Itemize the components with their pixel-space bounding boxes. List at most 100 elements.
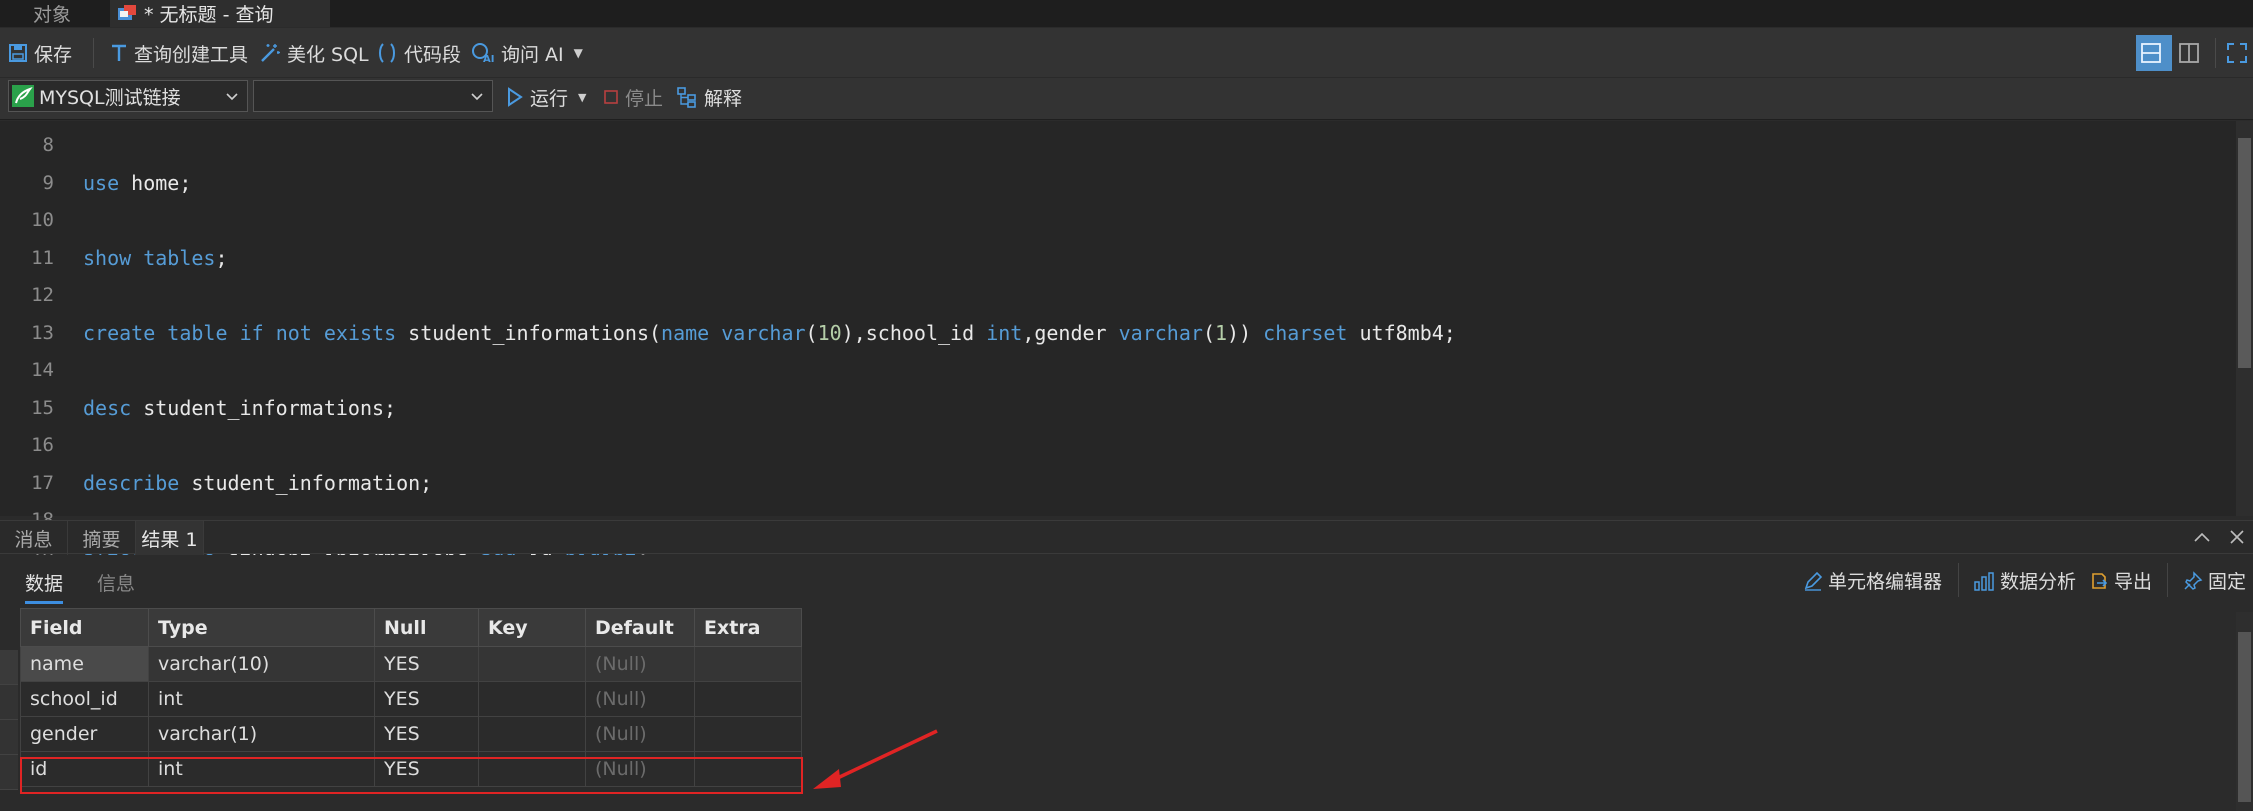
close-icon[interactable]	[2228, 528, 2246, 550]
table-cell[interactable]: YES	[374, 751, 479, 787]
table-cell[interactable]: (Null)	[585, 716, 695, 752]
toolbar-divider	[1958, 563, 1959, 597]
table-cell[interactable]: school_id	[20, 681, 149, 717]
tab-info[interactable]: 信息	[97, 569, 135, 596]
row-selector[interactable]	[0, 755, 18, 790]
cell-editor-button[interactable]: 单元格编辑器	[1803, 567, 1942, 594]
table-cell[interactable]	[478, 646, 586, 682]
table-cell[interactable]: int	[148, 751, 375, 787]
sql-editor[interactable]: 89101112131415161718192021 use home;show…	[0, 121, 2236, 645]
chevron-down-icon	[225, 87, 239, 109]
tab-query[interactable]: * 无标题 - 查询	[110, 0, 330, 27]
table-row[interactable]: gender varchar(1) YES (Null)	[20, 716, 802, 752]
table-cell[interactable]	[478, 751, 586, 787]
row-selector[interactable]	[0, 720, 18, 755]
tab-result-1-label: 结果 1	[141, 528, 198, 551]
line-number-gutter: 89101112131415161718192021	[0, 121, 68, 644]
table-cell[interactable]: YES	[374, 681, 479, 717]
explain-button[interactable]: 解释	[676, 82, 742, 112]
explain-icon	[677, 87, 696, 108]
editor-scrollbar-thumb[interactable]	[2238, 138, 2251, 368]
sql-text: ),school_id	[841, 320, 987, 345]
tab-result-1[interactable]: 结果 1	[136, 521, 204, 555]
column-header[interactable]: Field	[20, 608, 149, 647]
sql-keyword: name	[661, 320, 710, 345]
save-button[interactable]: 保存	[8, 38, 72, 68]
sql-text: ))	[1227, 320, 1264, 345]
tab-messages[interactable]: 消息	[0, 521, 68, 555]
run-button[interactable]: 运行 ▼	[506, 82, 586, 112]
sql-keyword: use	[83, 170, 120, 195]
table-cell[interactable]: id	[20, 751, 149, 787]
tab-data[interactable]: 数据	[25, 569, 64, 604]
toolbar-divider	[93, 38, 94, 68]
table-cell[interactable]: name	[20, 646, 149, 682]
export-label: 导出	[2114, 571, 2153, 593]
table-cell[interactable]: YES	[374, 716, 479, 752]
code-line[interactable]: describe student_information;	[83, 471, 432, 495]
table-cell[interactable]: int	[148, 681, 375, 717]
layout-horizontal-button[interactable]	[2136, 35, 2172, 71]
row-selector[interactable]	[0, 650, 18, 685]
table-cell[interactable]	[694, 681, 802, 717]
column-header[interactable]: Extra	[694, 608, 802, 647]
tab-objects[interactable]: 对象	[0, 0, 104, 27]
beautify-sql-label: 美化 SQL	[287, 43, 369, 66]
line-number: 8	[42, 134, 54, 156]
table-cell[interactable]: YES	[374, 646, 479, 682]
export-button[interactable]: 导出	[2089, 567, 2152, 594]
column-header[interactable]: Key	[478, 608, 586, 647]
sql-keyword: describe	[83, 470, 180, 495]
connection-select[interactable]: MYSQL测试链接	[8, 80, 248, 112]
code-line[interactable]: use home;	[83, 171, 191, 195]
query-builder-button[interactable]: 查询创建工具	[110, 38, 248, 68]
tab-summary[interactable]: 摘要	[68, 521, 136, 555]
table-row[interactable]: school_id int YES (Null)	[20, 681, 802, 717]
ask-ai-button[interactable]: AI 询问 AI ▼	[471, 38, 583, 68]
layout-vertical-button[interactable]	[2178, 38, 2206, 68]
stop-button[interactable]: 停止	[603, 82, 663, 112]
beautify-sql-button[interactable]: 美化 SQL	[259, 38, 369, 68]
table-row[interactable]: id int YES (Null)	[20, 751, 802, 787]
column-header[interactable]: Null	[374, 608, 479, 647]
code-snippet-button[interactable]: 代码段	[376, 38, 461, 68]
data-analysis-button[interactable]: 数据分析	[1973, 567, 2076, 594]
line-number: 14	[31, 359, 54, 381]
table-cell[interactable]: (Null)	[585, 681, 695, 717]
data-analysis-label: 数据分析	[2000, 571, 2077, 593]
table-cell[interactable]	[694, 751, 802, 787]
pin-button[interactable]: 固定	[2183, 567, 2246, 594]
table-cell[interactable]	[694, 646, 802, 682]
play-icon	[508, 87, 523, 107]
sql-keyword: table	[167, 320, 228, 345]
sql-text: utf8mb4;	[1347, 320, 1456, 345]
sql-keyword: desc	[83, 395, 132, 420]
database-select[interactable]	[253, 80, 493, 112]
fullscreen-button[interactable]	[2226, 38, 2253, 68]
table-row[interactable]: name varchar(10) YES (Null)	[20, 646, 802, 682]
grid-scrollbar-thumb[interactable]	[2238, 632, 2251, 802]
table-cell[interactable]: (Null)	[585, 751, 695, 787]
code-line[interactable]: show tables;	[83, 246, 228, 270]
code-line[interactable]: create table if not exists student_infor…	[83, 321, 1456, 345]
sql-keyword: not	[275, 320, 312, 345]
column-header[interactable]: Default	[585, 608, 695, 647]
collapse-icon[interactable]	[2193, 529, 2211, 549]
column-header[interactable]: Type	[148, 608, 375, 647]
split-vertical-icon	[2179, 43, 2199, 63]
table-cell[interactable]: varchar(1)	[148, 716, 375, 752]
row-selector[interactable]	[0, 685, 18, 720]
table-cell[interactable]: gender	[20, 716, 149, 752]
table-cell[interactable]	[478, 716, 586, 752]
ai-icon: AI	[472, 43, 494, 64]
table-cell[interactable]	[694, 716, 802, 752]
document-tab-strip: 对象 * 无标题 - 查询	[0, 0, 2253, 27]
table-cell[interactable]: varchar(10)	[148, 646, 375, 682]
line-number: 15	[31, 396, 54, 419]
sql-keyword: varchar	[1118, 320, 1203, 345]
table-cell[interactable]	[478, 681, 586, 717]
line-number: 11	[31, 246, 54, 269]
code-line[interactable]: desc student_informations;	[83, 396, 396, 420]
table-cell[interactable]: (Null)	[585, 646, 695, 682]
